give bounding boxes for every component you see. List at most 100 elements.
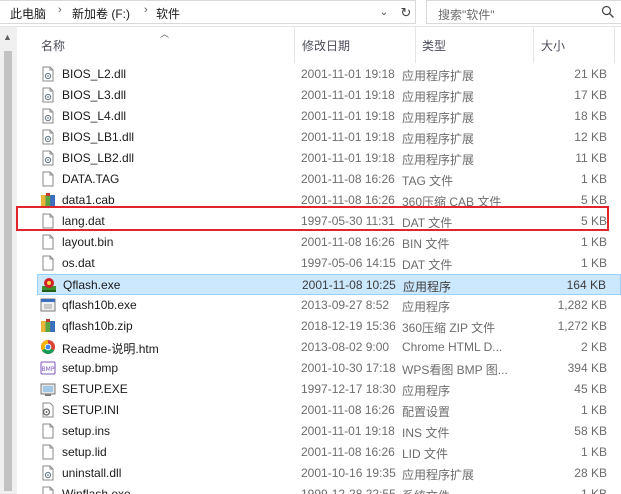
file-size: 1 KB <box>580 403 607 417</box>
file-size: 17 KB <box>574 88 607 102</box>
file-name: BIOS_L4.dll <box>62 109 127 123</box>
blank-file-icon <box>40 444 56 460</box>
column-divider[interactable] <box>614 27 615 63</box>
file-name: setup.bmp <box>62 361 119 375</box>
file-type: INS 文件 <box>402 426 450 440</box>
file-row[interactable]: BIOS_L3.dll 2001-11-01 19:18 应用程序扩展 17 KB <box>37 85 621 106</box>
column-name-header[interactable]: 名称 <box>41 37 65 54</box>
address-bar[interactable]: 此电脑 › 新加卷 (F:) › 软件 ⌄ ↻ <box>0 0 416 24</box>
column-date-header[interactable]: 修改日期 <box>302 37 350 54</box>
file-name: setup.lid <box>62 445 107 459</box>
blank-file-icon <box>40 423 56 439</box>
file-row[interactable]: SETUP.EXE 1997-12-17 18:30 应用程序 45 KB <box>37 379 621 400</box>
file-type: 应用程序扩展 <box>402 111 475 125</box>
file-size: 1 KB <box>580 445 607 459</box>
file-name: os.dat <box>62 256 95 270</box>
file-date: 1997-05-06 14:15 <box>301 256 396 270</box>
file-date: 2001-11-01 19:18 <box>301 151 395 165</box>
file-row[interactable]: BIOS_LB1.dll 2001-11-01 19:18 应用程序扩展 12 KB <box>37 127 621 148</box>
file-row[interactable]: BIOS_L4.dll 2001-11-01 19:18 应用程序扩展 18 KB <box>37 106 621 127</box>
file-row[interactable]: os.dat 1997-05-06 14:15 DAT 文件 1 KB <box>37 253 621 274</box>
breadcrumb-separator[interactable]: › <box>144 4 148 16</box>
ini-file-icon <box>40 402 56 418</box>
file-type: LID 文件 <box>402 447 449 461</box>
file-size: 1 KB <box>580 235 607 249</box>
dll-file-icon <box>40 129 56 145</box>
dll-file-icon <box>40 465 56 481</box>
file-row[interactable]: BMP setup.bmp 2001-10-30 17:18 WPS看图 BMP 图.… <box>37 358 621 379</box>
file-size: 394 KB <box>567 361 607 375</box>
search-box[interactable]: 搜索"软件" <box>426 0 621 24</box>
file-date: 2001-10-16 19:35 <box>301 466 396 480</box>
file-type: 应用程序扩展 <box>402 468 475 482</box>
dll-file-icon <box>40 87 56 103</box>
file-type: 应用程序 <box>402 384 451 398</box>
file-size: 58 KB <box>574 424 607 438</box>
bmp-image-icon: BMP <box>40 360 56 376</box>
file-type: BIN 文件 <box>402 237 450 251</box>
file-name: data1.cab <box>62 193 115 207</box>
file-date: 2001-11-08 10:25 <box>302 278 396 292</box>
file-type: Chrome HTML D... <box>402 340 503 354</box>
file-date: 2001-11-08 16:26 <box>301 445 395 459</box>
file-row[interactable]: setup.ins 2001-11-01 19:18 INS 文件 58 KB <box>37 421 621 442</box>
dll-file-icon <box>40 150 56 166</box>
refresh-icon[interactable]: ↻ <box>396 3 416 23</box>
file-row[interactable]: qflash10b.zip 2018-12-19 15:36 360压缩 ZIP 文… <box>37 316 621 337</box>
file-size: 12 KB <box>574 130 607 144</box>
file-name: DATA.TAG <box>62 172 120 186</box>
blank-file-icon <box>40 486 56 494</box>
file-type: 应用程序扩展 <box>402 90 475 104</box>
breadcrumb-this-pc[interactable]: 此电脑 <box>10 5 46 22</box>
file-row[interactable]: uninstall.dll 2001-10-16 19:35 应用程序扩展 28 KB <box>37 463 621 484</box>
file-row[interactable]: data1.cab 2001-11-08 16:26 360压缩 CAB 文件 5 K… <box>37 190 621 211</box>
file-date: 2001-11-08 16:26 <box>301 235 395 249</box>
column-size-header[interactable]: 大小 <box>541 37 565 54</box>
scrollbar-thumb[interactable] <box>4 51 12 491</box>
file-date: 2001-11-08 16:26 <box>301 403 395 417</box>
file-name: qflash10b.exe <box>62 298 137 312</box>
installer-icon <box>40 297 56 313</box>
file-row[interactable]: setup.lid 2001-11-08 16:26 LID 文件 1 KB <box>37 442 621 463</box>
column-type-header[interactable]: 类型 <box>422 37 446 54</box>
file-date: 1997-05-30 11:31 <box>301 214 395 228</box>
file-type: 360压缩 ZIP 文件 <box>402 321 496 335</box>
column-divider[interactable] <box>533 27 534 63</box>
file-row[interactable]: SETUP.INI 2001-11-08 16:26 配置设置 1 KB <box>37 400 621 421</box>
scroll-up-arrow-icon[interactable]: ▲ <box>3 32 12 42</box>
search-icon[interactable] <box>601 5 615 19</box>
file-date: 1999-12-28 22:55 <box>301 487 396 494</box>
file-row[interactable]: Readme-说明.htm 2013-08-02 9:00 Chrome HTML … <box>37 337 621 358</box>
breadcrumb-separator[interactable]: › <box>58 4 62 16</box>
dll-file-icon <box>40 108 56 124</box>
file-date: 2018-12-19 15:36 <box>301 319 396 333</box>
archive-icon <box>40 192 56 208</box>
search-placeholder[interactable]: 搜索"软件" <box>438 6 495 23</box>
breadcrumb-folder-software[interactable]: 软件 <box>156 5 180 22</box>
qflash-app-icon <box>41 277 57 293</box>
column-divider[interactable] <box>294 27 295 63</box>
file-date: 2001-11-01 19:18 <box>301 424 395 438</box>
column-divider[interactable] <box>415 27 416 63</box>
file-row[interactable]: Winflash.exe 1999-12-28 22:55 系统文件 1 KB <box>37 484 621 494</box>
file-name: SETUP.EXE <box>62 382 128 396</box>
file-size: 1 KB <box>580 256 607 270</box>
file-row[interactable]: lang.dat 1997-05-30 11:31 DAT 文件 5 KB <box>37 211 621 232</box>
chevron-down-icon[interactable]: ⌄ <box>376 4 392 22</box>
file-date: 2001-11-01 19:18 <box>301 67 395 81</box>
file-type: 应用程序扩展 <box>402 69 475 83</box>
file-row[interactable]: DATA.TAG 2001-11-08 16:26 TAG 文件 1 KB <box>37 169 621 190</box>
chrome-icon <box>40 339 56 355</box>
breadcrumb-drive-f[interactable]: 新加卷 (F:) <box>72 5 130 22</box>
file-row[interactable]: BIOS_LB2.dll 2001-11-01 19:18 应用程序扩展 11 KB <box>37 148 621 169</box>
file-row[interactable]: layout.bin 2001-11-08 16:26 BIN 文件 1 KB <box>37 232 621 253</box>
file-row[interactable]: BIOS_L2.dll 2001-11-01 19:18 应用程序扩展 21 KB <box>37 64 621 85</box>
file-row[interactable]: qflash10b.exe 2013-09-27 8:52 应用程序 1,282 KB <box>37 295 621 316</box>
file-row-selected[interactable]: Qflash.exe 2001-11-08 10:25 应用程序 164 KB <box>37 274 621 295</box>
file-size: 1,272 KB <box>557 319 607 333</box>
file-date: 2013-09-27 8:52 <box>301 298 390 312</box>
file-type: TAG 文件 <box>402 174 454 188</box>
file-name: BIOS_L3.dll <box>62 88 127 102</box>
file-name: uninstall.dll <box>62 466 122 480</box>
navigation-pane-scrollbar[interactable]: ▲ <box>0 27 17 494</box>
